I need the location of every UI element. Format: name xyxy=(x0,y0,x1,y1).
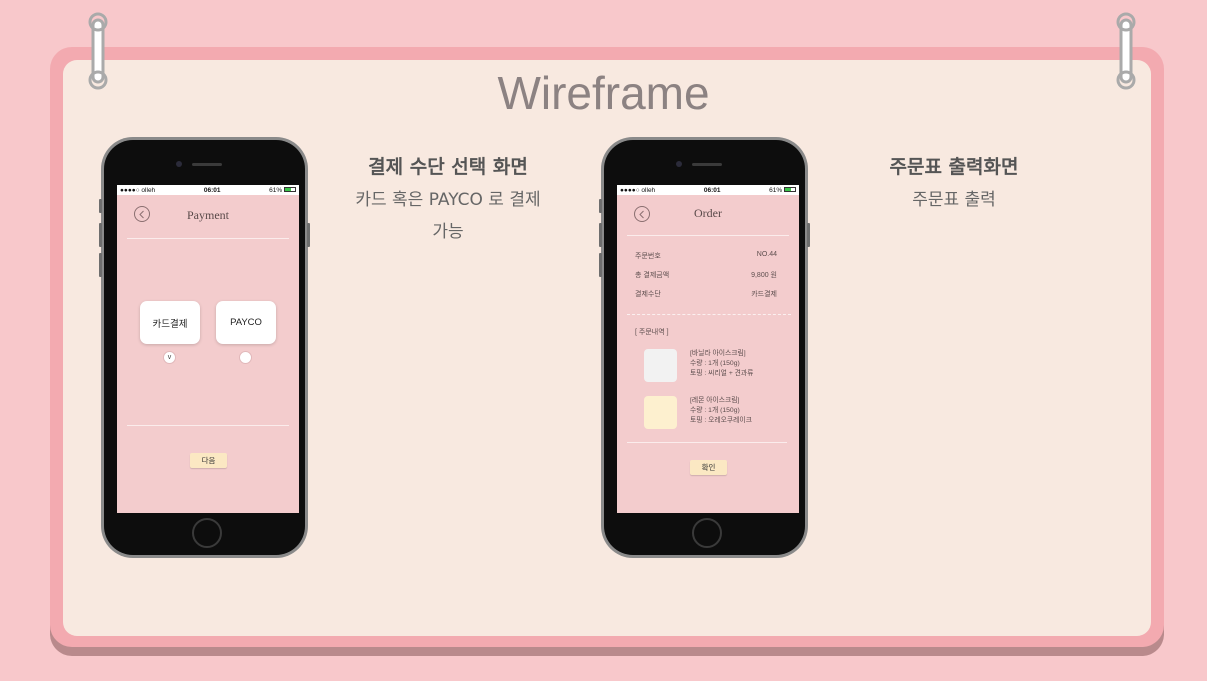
power-button xyxy=(307,223,310,247)
clock: 06:01 xyxy=(703,186,721,194)
next-button[interactable]: 다음 xyxy=(190,453,227,468)
home-button[interactable] xyxy=(692,518,722,548)
mute-switch xyxy=(599,199,602,213)
home-button[interactable] xyxy=(192,518,222,548)
status-bar: ●●●●○ olleh 06:01 61% xyxy=(617,185,799,195)
clock: 06:01 xyxy=(203,186,221,194)
divider xyxy=(127,425,289,426)
total-amount-row: 총 결제금액 9,800 원 xyxy=(635,270,777,280)
phone-mockup-order: ●●●●○ olleh 06:01 61% Order 주문번호 NO.44 총… xyxy=(599,137,810,558)
payment-caption-body: 카드 혹은 PAYCO 로 결제 가능 xyxy=(318,184,578,248)
phone-body: ●●●●○ olleh 06:01 61% Payment 카드결제 PAYCO… xyxy=(104,140,305,555)
battery-icon xyxy=(284,187,296,193)
battery-icon xyxy=(784,187,796,193)
battery-label: 61% xyxy=(769,186,783,194)
order-caption-body: 주문표 출력 xyxy=(824,184,1084,216)
slide-title: Wireframe xyxy=(497,67,710,119)
volume-up-button xyxy=(599,223,602,247)
speaker xyxy=(692,163,722,166)
dashed-divider xyxy=(627,314,791,315)
battery-indicator: 61% xyxy=(769,187,796,194)
battery-indicator: 61% xyxy=(269,187,296,194)
phone-body: ●●●●○ olleh 06:01 61% Order 주문번호 NO.44 총… xyxy=(604,140,805,555)
order-number-value: NO.44 xyxy=(756,251,777,258)
item-thumbnail xyxy=(644,396,677,429)
status-bar: ●●●●○ olleh 06:01 61% xyxy=(117,185,299,195)
volume-down-button xyxy=(99,253,102,277)
confirm-button[interactable]: 확인 xyxy=(690,460,727,475)
total-amount-label: 총 결제금액 xyxy=(635,272,670,279)
volume-up-button xyxy=(99,223,102,247)
mute-switch xyxy=(99,199,102,213)
nav-bar: Order xyxy=(617,195,799,237)
divider xyxy=(127,238,289,239)
nav-title: Order xyxy=(694,206,722,220)
carrier-label: ●●●●○ olleh xyxy=(120,186,156,194)
item-topping: 토핑 : 오레오쿠레이크 xyxy=(690,417,752,424)
payment-caption-line: 가능 xyxy=(432,222,464,242)
item-thumbnail xyxy=(644,349,677,382)
payment-screen: ●●●●○ olleh 06:01 61% Payment 카드결제 PAYCO… xyxy=(117,185,299,513)
divider xyxy=(627,442,787,443)
payco-radio[interactable] xyxy=(239,351,252,364)
nav-title: Payment xyxy=(187,208,229,222)
volume-down-button xyxy=(599,253,602,277)
order-caption-title: 주문표 출력화면 xyxy=(889,156,1019,178)
item-topping: 토핑 : 씨리얼 + 견과류 xyxy=(690,370,754,377)
order-item: [레몬 아이스크림] 수량 : 1개 (150g) 토핑 : 오레오쿠레이크 xyxy=(690,396,752,426)
card-payment-radio[interactable]: v xyxy=(163,351,176,364)
item-name: [바닐라 아이스크림] xyxy=(690,350,746,357)
order-caption-line: 주문표 출력 xyxy=(912,190,996,210)
order-screen: ●●●●○ olleh 06:01 61% Order 주문번호 NO.44 총… xyxy=(617,185,799,513)
speaker xyxy=(192,163,222,166)
phone-mockup-payment: ●●●●○ olleh 06:01 61% Payment 카드결제 PAYCO… xyxy=(99,137,310,558)
power-button xyxy=(807,223,810,247)
total-amount-value: 9,800 원 xyxy=(751,272,777,279)
payco-option[interactable]: PAYCO xyxy=(216,301,276,344)
card-payment-option[interactable]: 카드결제 xyxy=(140,301,200,344)
order-items-heading: [ 주문내역 ] xyxy=(635,329,669,336)
item-quantity: 수량 : 1개 (150g) xyxy=(690,360,740,367)
payment-caption-line: 카드 혹은 PAYCO 로 결제 xyxy=(355,190,541,210)
order-number-row: 주문번호 NO.44 xyxy=(635,251,777,261)
order-number-label: 주문번호 xyxy=(635,253,661,260)
payment-caption-title: 결제 수단 선택 화면 xyxy=(368,156,528,178)
front-camera xyxy=(676,161,682,167)
item-name: [레몬 아이스크림] xyxy=(690,397,740,404)
payment-method-row: 결제수단 카드결제 xyxy=(635,289,777,299)
nav-bar: Payment xyxy=(117,195,299,237)
order-item: [바닐라 아이스크림] 수량 : 1개 (150g) 토핑 : 씨리얼 + 견과… xyxy=(690,349,753,379)
battery-label: 61% xyxy=(269,186,283,194)
payment-method-value: 카드결제 xyxy=(751,291,777,298)
item-quantity: 수량 : 1개 (150g) xyxy=(690,407,740,414)
front-camera xyxy=(176,161,182,167)
payment-method-label: 결제수단 xyxy=(635,291,661,298)
divider xyxy=(627,235,789,236)
carrier-label: ●●●●○ olleh xyxy=(620,186,656,194)
